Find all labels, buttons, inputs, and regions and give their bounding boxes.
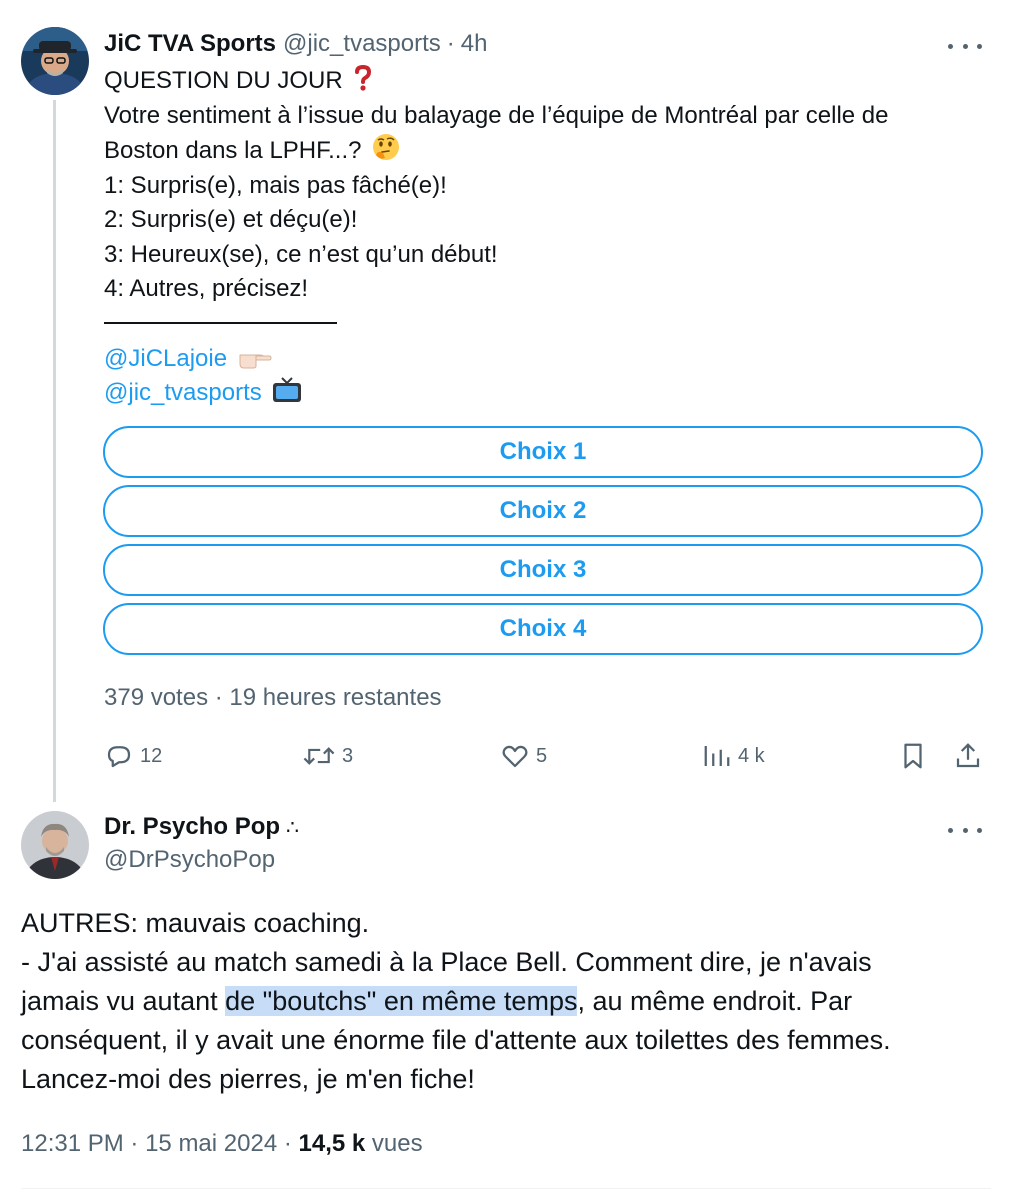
pointing-hand-icon (239, 354, 272, 368)
post-date[interactable]: 15 mai 2024 (145, 1130, 277, 1157)
like-count: 5 (536, 744, 548, 767)
analytics-icon (704, 746, 730, 766)
thread-connector-line (53, 100, 56, 802)
separator-dot: · (130, 1130, 139, 1157)
text-line: - J'ai assisté au match samedi à la Plac… (21, 947, 872, 977)
bookmark-button[interactable] (900, 738, 926, 774)
user-handle[interactable]: @jic_tvasports (283, 30, 441, 58)
red-question-mark-icon (355, 65, 372, 91)
thinking-face-icon (373, 134, 400, 160)
selected-text: de "boutchs" en même temps (225, 986, 578, 1016)
repost-button[interactable]: 3 (302, 738, 353, 774)
poll-choice-3[interactable]: Choix 3 (103, 544, 983, 596)
poll-status: 379 votes · 19 heures restantes (104, 684, 442, 711)
text-line: conséquent, il y avait une énorme file d… (21, 1025, 891, 1055)
views-button[interactable]: 4 k (702, 738, 765, 774)
text-line: 1: Surpris(e), mais pas fâché(e)! (104, 171, 447, 199)
name-suffix-symbol: ∴ (286, 816, 299, 839)
television-icon (273, 377, 302, 402)
user-handle[interactable]: @DrPsychoPop (104, 846, 275, 874)
mention-link[interactable]: @jic_tvasports (104, 379, 262, 406)
avatar[interactable] (21, 27, 89, 95)
avatar-image (21, 811, 89, 879)
display-name[interactable]: JiC TVA Sports (104, 30, 276, 58)
heart-icon (502, 745, 528, 768)
tweet-text: QUESTION DU JOUR Votre sentiment à l’iss… (104, 64, 994, 411)
more-options-icon[interactable] (948, 818, 982, 842)
views-count: 4 k (738, 744, 765, 767)
divider (21, 1188, 991, 1189)
text-line: QUESTION DU JOUR (104, 64, 994, 99)
more-options-icon[interactable] (948, 34, 982, 58)
avatar-image (21, 27, 89, 95)
separator-dot: · (446, 30, 455, 57)
views-count: 14,5 k (298, 1130, 366, 1157)
text-line: 4: Autres, précisez! (104, 275, 309, 302)
reply-icon (107, 746, 131, 768)
text-line: 3: Heureux(se), ce n’est qu’un début! (104, 240, 498, 268)
text-line: Lancez-moi des pierres, je m'en fiche! (21, 1064, 475, 1094)
display-name[interactable]: Dr. Psycho Pop (104, 813, 280, 841)
reply-count: 12 (140, 744, 163, 767)
text-line: jamais vu autant de "boutchs" en même te… (21, 986, 853, 1016)
tweet-actions: 12 3 5 4 k (104, 738, 984, 774)
avatar[interactable] (21, 811, 89, 879)
repost-icon (303, 747, 335, 765)
separator-dot: · (283, 1130, 292, 1157)
reply-button[interactable]: 12 (104, 738, 162, 774)
tweet-header: JiC TVA Sports @jic_tvasports · 4h (104, 30, 487, 64)
timestamp[interactable]: 4h (461, 30, 488, 58)
share-icon (956, 743, 980, 768)
poll-choice-2[interactable]: Choix 2 (103, 485, 983, 537)
text-line: Votre sentiment à l’issue du balayage de… (104, 101, 889, 129)
divider-rule (104, 321, 337, 324)
share-button[interactable] (954, 738, 982, 774)
views-label: vues (371, 1130, 423, 1157)
mention-line: @JiCLajoie (104, 342, 994, 377)
text-line: 2: Surpris(e) et déçu(e)! (104, 206, 358, 233)
poll: Choix 1 Choix 2 Choix 3 Choix 4 (103, 426, 983, 662)
mention-link[interactable]: @JiCLajoie (104, 345, 227, 372)
tweet-metadata: 12:31 PM · 15 mai 2024 · 14,5 k vues (21, 1130, 423, 1158)
tweet-header: Dr. Psycho Pop ∴ (104, 813, 299, 841)
poll-choice-4[interactable]: Choix 4 (103, 603, 983, 655)
poll-choice-1[interactable]: Choix 1 (103, 426, 983, 478)
tweet-text: AUTRES: mauvais coaching. - J'ai assisté… (21, 904, 991, 1099)
like-button[interactable]: 5 (500, 738, 547, 774)
repost-count: 3 (342, 744, 354, 767)
text-line: Boston dans la LPHF...? (104, 133, 994, 169)
bookmark-icon (904, 743, 922, 769)
post-time[interactable]: 12:31 PM (21, 1130, 124, 1157)
mention-line: @jic_tvasports (104, 376, 994, 411)
text-line: AUTRES: mauvais coaching. (21, 908, 370, 938)
